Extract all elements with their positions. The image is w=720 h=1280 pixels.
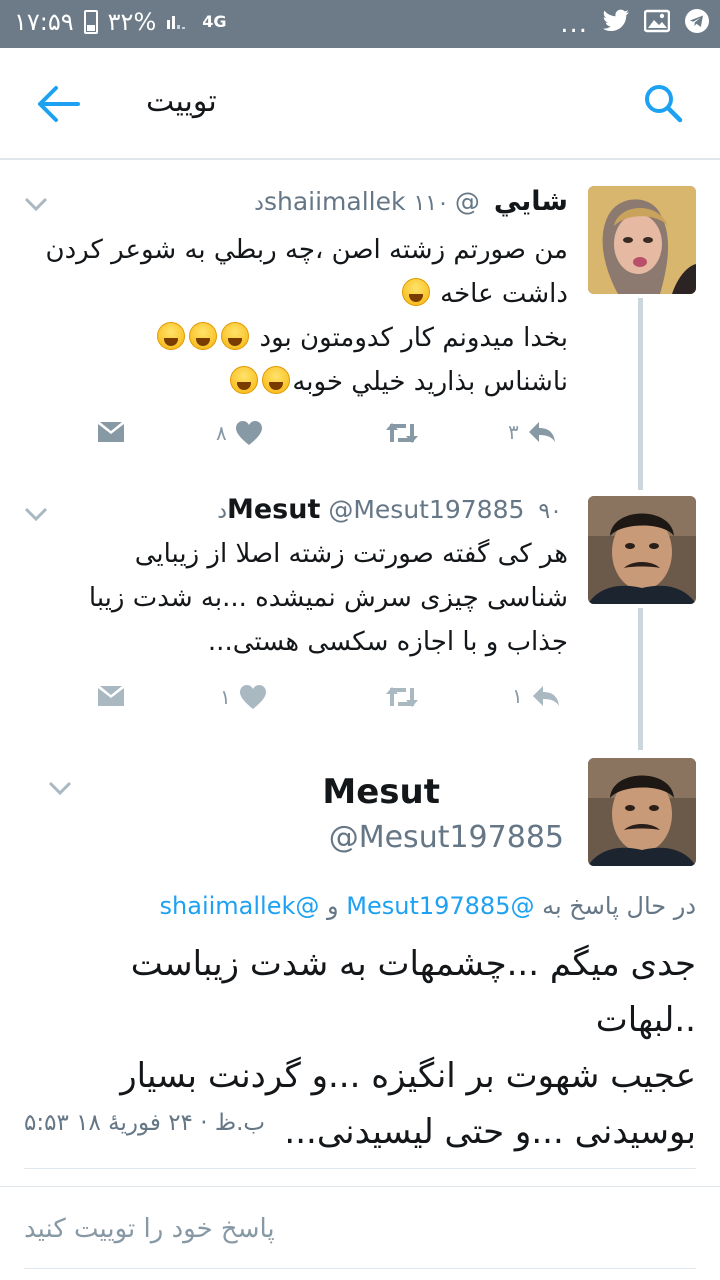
tweet-menu-caret[interactable] xyxy=(24,506,52,526)
more-notifications: ... xyxy=(560,9,588,39)
tweet-text: هر کی گفته صورتت زشته اصلا از زیبایی شنا… xyxy=(23,532,568,664)
divider xyxy=(24,1168,696,1169)
tweet-actions: ۱ ۱ xyxy=(96,684,576,714)
like-count: ۸ xyxy=(216,421,227,445)
tweet-line: من صورتم زشته اصن ،چه ربطي به شوعر كردن xyxy=(45,235,568,265)
image-icon xyxy=(643,9,671,39)
laughing-emoji-icon xyxy=(262,366,291,394)
chevron-down-icon xyxy=(24,507,48,522)
tweet-timestamp: ۵:۵۳ ب.ظ · ۲۴ فوريهٔ ۱۸ xyxy=(24,1110,266,1136)
status-bar-right: ... xyxy=(560,8,710,40)
avatar[interactable] xyxy=(588,758,696,866)
chevron-down-icon xyxy=(24,197,48,212)
display-name[interactable]: Mesut xyxy=(322,772,440,812)
laughing-emoji-icon xyxy=(189,322,218,350)
dm-button[interactable] xyxy=(96,420,126,444)
display-name[interactable]: شايي xyxy=(494,186,568,217)
reply-button[interactable]: ۱ xyxy=(512,684,561,708)
tweet[interactable]: Mesut @Mesut197885 ۹۰د هر کی گفته صورتت … xyxy=(0,490,720,750)
tweet-line: داشت عاخه xyxy=(23,272,568,316)
retweet-icon xyxy=(386,423,418,443)
heart-icon xyxy=(235,421,262,445)
search-button[interactable] xyxy=(642,82,684,124)
user-handle[interactable]: @Mesut197885 xyxy=(329,820,564,855)
tweet-line: هر کی گفته صورتت زشته اصلا از زیبایی xyxy=(134,539,568,569)
mention-link[interactable]: @shaiimallek xyxy=(160,892,320,920)
mention-link[interactable]: @Mesut197885 xyxy=(346,892,534,920)
retweet-button[interactable] xyxy=(384,420,420,446)
tweet-line: شناسی چیزی سرش نمیشده ...به شدت زیبا xyxy=(88,583,568,613)
display-name[interactable]: Mesut xyxy=(227,494,320,525)
divider xyxy=(0,1186,720,1187)
envelope-icon xyxy=(98,422,124,442)
heart-icon xyxy=(239,685,266,709)
reply-button[interactable]: ۳ xyxy=(508,420,557,444)
tweet-menu-caret[interactable] xyxy=(24,196,52,216)
laughing-emoji-icon xyxy=(230,366,259,394)
clock: ۱۷:۵۹ xyxy=(14,8,74,36)
tweet-line: عجیب شهوت بر انگیزه ...و گردنت بسیار xyxy=(120,1056,696,1096)
status-bar-left: ۱۷:۵۹ ۳۲% 4G xyxy=(14,8,227,36)
tweet-header: Mesut @Mesut197885 ۹۰د xyxy=(217,494,568,525)
reply-input[interactable]: پاسخ خود را توییت کنید xyxy=(24,1214,275,1244)
like-button[interactable]: ۱ xyxy=(220,684,267,710)
user-handle[interactable]: @Mesut197885 xyxy=(328,495,524,524)
tweet-line: ناشناس بذاريد خيلي خوبه xyxy=(23,360,568,404)
like-button[interactable]: ۸ xyxy=(216,420,263,446)
tweet-line: جدی میگم ...چشمهات به شدت زیباست ..لبهات xyxy=(130,944,696,1040)
telegram-icon xyxy=(684,8,710,40)
tweet-line: بخدا ميدونم كار كدومتون بود xyxy=(23,316,568,360)
replying-prefix: در حال پاسخ به xyxy=(542,892,696,920)
dm-button[interactable] xyxy=(96,684,126,708)
tweet-menu-caret[interactable] xyxy=(48,780,76,800)
laughing-emoji-icon xyxy=(157,322,186,350)
tweet-text: من صورتم زشته اصن ،چه ربطي به شوعر كردن … xyxy=(23,228,568,404)
reply-count: ۳ xyxy=(508,420,519,444)
network-type: 4G xyxy=(202,12,227,31)
reply-count: ۱ xyxy=(512,684,523,708)
avatar[interactable] xyxy=(588,186,696,294)
laughing-emoji-icon xyxy=(221,322,250,350)
divider xyxy=(24,1268,696,1269)
tweet[interactable]: شايي @shaiimallek ۱۱۰د من صورتم زشته اصن… xyxy=(0,160,720,490)
envelope-icon xyxy=(98,686,124,706)
arrow-left-icon xyxy=(38,86,80,122)
battery-icon xyxy=(83,10,98,34)
tweet-line: جذاب و با اجازه سکسی هستی... xyxy=(207,627,568,657)
retweet-button[interactable] xyxy=(384,684,420,710)
status-bar: ۱۷:۵۹ ۳۲% 4G ... xyxy=(0,0,720,48)
tweet-header: شايي @shaiimallek ۱۱۰د xyxy=(254,186,568,217)
back-button[interactable] xyxy=(34,84,80,124)
retweet-icon xyxy=(386,687,418,707)
chevron-down-icon xyxy=(48,781,72,796)
twitter-icon xyxy=(602,9,630,39)
tweet-actions: ۸ ۳ xyxy=(96,420,576,450)
reply-icon xyxy=(528,422,555,442)
replying-joiner: و xyxy=(327,892,339,920)
avatar[interactable] xyxy=(588,496,696,604)
page-title: توییت xyxy=(146,84,217,119)
like-count: ۱ xyxy=(220,685,231,709)
signal-icon xyxy=(166,8,192,36)
app-bar: توییت xyxy=(0,48,720,160)
replying-to: در حال پاسخ به @Mesut197885 و @shaiimall… xyxy=(160,892,696,920)
battery-level: ۳۲% xyxy=(107,8,157,36)
laughing-emoji-icon xyxy=(401,278,430,306)
reply-icon xyxy=(532,686,559,706)
search-icon xyxy=(645,85,683,123)
